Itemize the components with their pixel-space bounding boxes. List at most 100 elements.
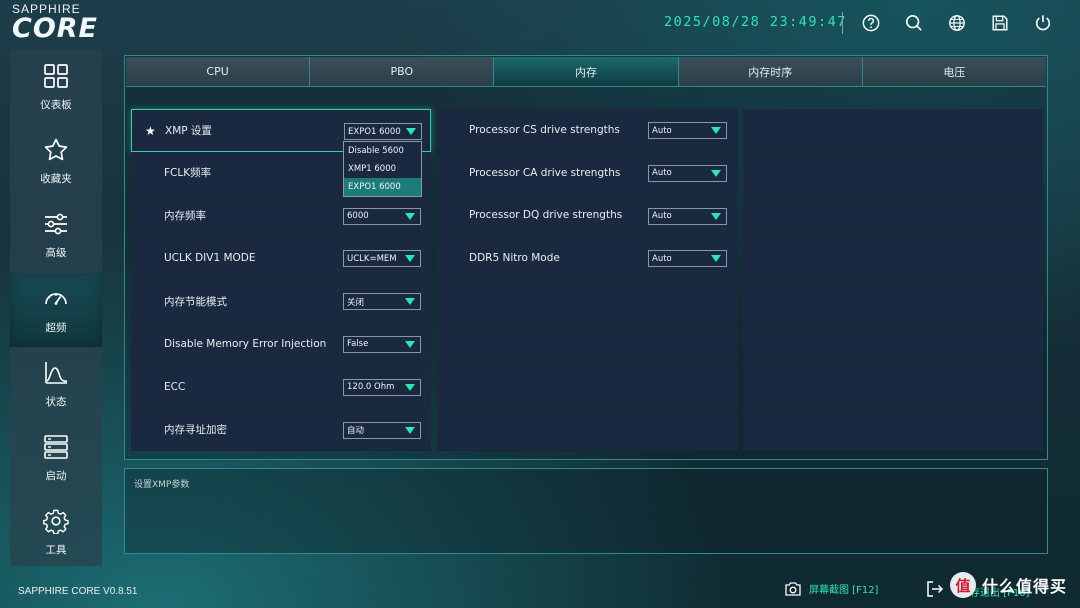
empty-row — [743, 151, 1043, 195]
sidebar-item-label: 高级 — [45, 247, 67, 260]
xmp-dropdown[interactable]: EXPO1 6000 — [344, 123, 422, 140]
dropdown-value: Auto — [652, 168, 672, 179]
chevron-down-icon — [405, 212, 415, 220]
search-icon[interactable] — [903, 12, 925, 34]
empty-row — [743, 322, 1043, 366]
xmp-dropdown-menu: Disable 5600 XMP1 6000 EXPO1 6000 — [343, 141, 422, 197]
gear-icon — [43, 510, 69, 535]
empty-row — [437, 365, 738, 409]
empty-row — [743, 365, 1043, 409]
memory-frequency-dropdown[interactable]: 6000 — [343, 207, 421, 225]
logo: SAPPHIRE CORE — [12, 2, 127, 44]
sidebar-item-boot[interactable]: 启动 — [10, 421, 102, 495]
sidebar-item-overclock[interactable]: 超频 — [10, 272, 102, 348]
save-icon[interactable] — [989, 12, 1011, 34]
datetime: 2025/08/28 23:49:47 — [664, 14, 847, 30]
topbar-icons — [860, 12, 1061, 34]
sidebar-item-advanced[interactable]: 高级 — [10, 199, 102, 273]
tab-memory[interactable]: 内存 — [494, 57, 679, 87]
setting-label: ECC — [164, 380, 186, 393]
menu-item-disable[interactable]: Disable 5600 — [344, 142, 421, 160]
chart-icon — [45, 361, 68, 384]
uclk-dropdown[interactable]: UCLK=MEM — [343, 250, 421, 268]
menu-item-expo1[interactable]: EXPO1 6000 — [344, 178, 421, 196]
chevron-down-icon — [405, 340, 415, 348]
tab-voltage[interactable]: 电压 — [862, 57, 1047, 87]
setting-label: XMP 设置 — [165, 124, 212, 137]
setting-label: FCLK频率 — [164, 167, 212, 180]
setting-row-nitro[interactable]: DDR5 Nitro Mode Auto — [437, 237, 738, 281]
nitro-dropdown[interactable]: Auto — [648, 250, 727, 268]
address-encryption-dropdown[interactable]: 自动 — [343, 421, 421, 439]
power-saving-dropdown[interactable]: 关闭 — [343, 293, 421, 311]
error-injection-dropdown[interactable]: False — [343, 335, 421, 353]
exit-icon[interactable] — [926, 580, 944, 603]
chevron-down-icon — [405, 298, 415, 306]
setting-row-uclk[interactable]: UCLK DIV1 MODE UCLK=MEM — [131, 237, 431, 281]
sidebar: 仪表板 收藏夹 高级 超频 状态 启动 工具 — [10, 50, 102, 566]
dq-drive-dropdown[interactable]: Auto — [648, 207, 727, 225]
chevron-down-icon — [711, 255, 721, 263]
star-icon — [44, 138, 68, 161]
dropdown-value: Auto — [652, 211, 672, 222]
tab-memory-timings[interactable]: 内存时序 — [678, 57, 863, 87]
empty-row — [743, 408, 1043, 452]
tab-cpu[interactable]: CPU — [126, 57, 311, 87]
settings-column-right — [743, 109, 1043, 452]
sidebar-item-label: 收藏夹 — [40, 172, 72, 185]
chevron-down-icon — [711, 212, 721, 220]
chevron-down-icon — [405, 383, 415, 391]
description-text: 设置XMP参数 — [134, 480, 190, 490]
setting-row-cs-drive[interactable]: Processor CS drive strengths Auto — [437, 109, 738, 152]
version-label: SAPPHIRE CORE V0.8.51 — [18, 586, 138, 597]
cs-drive-dropdown[interactable]: Auto — [648, 122, 727, 139]
empty-row — [743, 280, 1043, 323]
empty-row — [743, 109, 1043, 152]
sidebar-item-favorites[interactable]: 收藏夹 — [10, 124, 102, 198]
setting-label: Disable Memory Error Injection — [164, 337, 327, 350]
setting-label: 内存频率 — [164, 209, 206, 222]
setting-row-dq-drive[interactable]: Processor DQ drive strengths Auto — [437, 194, 738, 238]
power-icon[interactable] — [1032, 12, 1054, 34]
gauge-icon — [45, 292, 67, 305]
setting-label: UCLK DIV1 MODE — [164, 252, 256, 265]
setting-row-error-injection[interactable]: Disable Memory Error Injection False — [131, 322, 431, 366]
empty-row — [743, 194, 1043, 238]
ca-drive-dropdown[interactable]: Auto — [648, 164, 727, 182]
sidebar-item-status[interactable]: 状态 — [10, 347, 102, 421]
star-icon[interactable]: ★ — [145, 124, 156, 138]
setting-label: Processor CS drive strengths — [469, 123, 620, 136]
sidebar-item-dashboard[interactable]: 仪表板 — [10, 50, 102, 124]
setting-row-ca-drive[interactable]: Processor CA drive strengths Auto — [437, 151, 738, 195]
dropdown-value: Auto — [652, 125, 672, 136]
globe-icon[interactable] — [946, 12, 968, 34]
sidebar-item-label: 仪表板 — [40, 98, 72, 111]
setting-label: 内存节能模式 — [164, 295, 227, 308]
sidebar-item-tools[interactable]: 工具 — [10, 496, 102, 570]
setting-row-power-saving[interactable]: 内存节能模式 关闭 — [131, 280, 431, 323]
empty-row — [437, 280, 738, 323]
chevron-down-icon — [406, 128, 416, 135]
dropdown-value: EXPO1 6000 — [348, 126, 401, 137]
tab-bar: CPU PBO 内存 内存时序 电压 — [126, 57, 1047, 87]
boot-icon — [44, 435, 68, 459]
chevron-down-icon — [405, 255, 415, 263]
description-panel: 设置XMP参数 — [124, 468, 1048, 554]
dashboard-icon — [44, 63, 68, 88]
main-panel: CPU PBO 内存 内存时序 电压 ★ XMP 设置 EXPO1 6000 F… — [124, 55, 1048, 460]
setting-row-memory-frequency[interactable]: 内存频率 6000 — [131, 194, 431, 238]
setting-row-address-encryption[interactable]: 内存寻址加密 自动 — [131, 408, 431, 452]
setting-label: 内存寻址加密 — [164, 423, 227, 436]
topbar-divider — [842, 12, 843, 34]
menu-item-xmp1[interactable]: XMP1 6000 — [344, 160, 421, 178]
screenshot-button[interactable]: 屏幕截图 [F12] — [785, 581, 878, 596]
ecc-dropdown[interactable]: 120.0 Ohm — [343, 378, 421, 396]
sidebar-item-label: 状态 — [45, 395, 67, 408]
dropdown-value: 关闭 — [347, 297, 365, 308]
dropdown-value: 6000 — [347, 211, 369, 222]
tab-pbo[interactable]: PBO — [310, 57, 495, 87]
empty-row — [743, 237, 1043, 281]
sidebar-item-label: 工具 — [45, 544, 67, 557]
setting-row-ecc[interactable]: ECC 120.0 Ohm — [131, 365, 431, 409]
help-icon[interactable] — [860, 12, 882, 34]
